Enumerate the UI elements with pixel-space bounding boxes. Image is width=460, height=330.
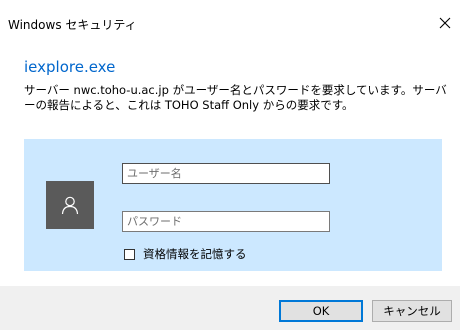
close-icon [439, 17, 451, 29]
button-bar: OK キャンセル [0, 286, 460, 330]
credential-panel: 資格情報を記憶する [24, 139, 442, 271]
user-icon [61, 196, 79, 215]
ok-button[interactable]: OK [279, 300, 363, 322]
windows-security-dialog: Windows セキュリティ iexplore.exe サーバー nwc.toh… [0, 0, 460, 330]
close-button[interactable] [430, 8, 460, 38]
title-bar: Windows セキュリティ [0, 0, 460, 38]
remember-credentials-option[interactable]: 資格情報を記憶する [124, 247, 247, 261]
app-name: iexplore.exe [24, 58, 116, 76]
remember-checkbox[interactable] [124, 248, 135, 260]
window-title: Windows セキュリティ [8, 18, 137, 32]
password-input[interactable] [122, 211, 330, 232]
username-input[interactable] [122, 163, 330, 184]
request-message: サーバー nwc.toho-u.ac.jp がユーザー名とパスワードを要求してい… [24, 83, 447, 112]
avatar [46, 181, 94, 229]
cancel-button[interactable]: キャンセル [372, 300, 452, 322]
remember-label: 資格情報を記憶する [143, 247, 247, 261]
